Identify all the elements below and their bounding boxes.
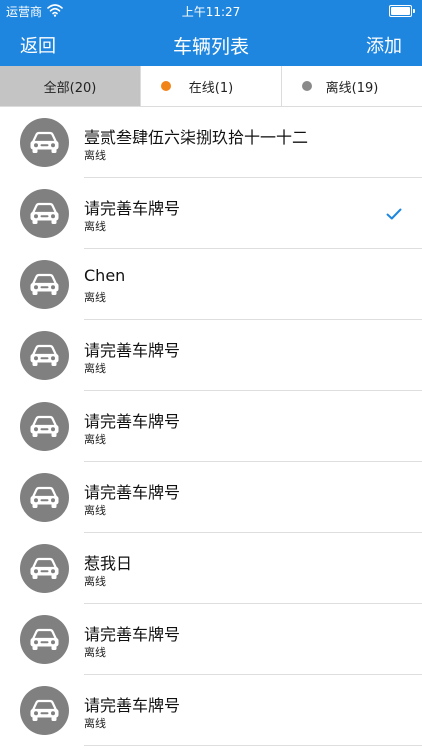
- vehicle-row[interactable]: 请完善车牌号 离线: [0, 604, 422, 675]
- row-divider: [84, 745, 422, 746]
- vehicle-status: 离线: [84, 220, 106, 233]
- vehicle-row[interactable]: Chen 离线: [0, 249, 422, 320]
- car-icon: [30, 344, 59, 366]
- vehicle-status: 离线: [84, 149, 106, 162]
- checkmark-icon: [386, 208, 402, 220]
- tab-online[interactable]: 在线(1): [140, 66, 281, 106]
- tab-all-label: 全部(20): [43, 80, 97, 96]
- vehicle-plate: 壹贰叁肆伍六柒捌玖拾十一十二: [84, 128, 309, 147]
- vehicle-plate: 请完善车牌号: [84, 341, 181, 360]
- vehicle-plate: 请完善车牌号: [84, 625, 181, 644]
- car-icon: [30, 628, 59, 650]
- vehicle-row[interactable]: 请完善车牌号 离线: [0, 675, 422, 746]
- online-dot-icon: [161, 81, 171, 91]
- vehicle-list: 壹贰叁肆伍六柒捌玖拾十一十二 离线 请完善车牌号 离线 Chen 离线 请完善车…: [0, 107, 422, 746]
- vehicle-status: 离线: [84, 291, 106, 304]
- page-title: 车辆列表: [172, 36, 249, 58]
- vehicle-plate: 请完善车牌号: [84, 199, 181, 218]
- vehicle-status: 离线: [84, 504, 106, 517]
- offline-dot-icon: [302, 81, 312, 91]
- car-icon: [30, 131, 59, 153]
- vehicle-status: 离线: [84, 433, 106, 446]
- vehicle-status: 离线: [84, 717, 106, 730]
- car-icon: [30, 273, 59, 295]
- filter-tabs: 全部(20) 在线(1) 离线(19): [0, 66, 422, 107]
- battery-icon: [389, 5, 416, 17]
- car-icon: [30, 486, 59, 508]
- vehicle-plate: 请完善车牌号: [84, 483, 181, 502]
- vehicle-row[interactable]: 请完善车牌号 离线: [0, 320, 422, 391]
- vehicle-avatar: [20, 473, 69, 522]
- header: 运营商 上午11:27 返回 车辆列表 添加: [0, 0, 422, 66]
- car-icon: [30, 699, 59, 721]
- car-icon: [30, 202, 59, 224]
- vehicle-avatar: [20, 402, 69, 451]
- status-bar: 运营商 上午11:27: [0, 0, 422, 22]
- vehicle-row[interactable]: 请完善车牌号 离线: [0, 391, 422, 462]
- vehicle-status: 离线: [84, 646, 106, 659]
- vehicle-avatar: [20, 118, 69, 167]
- vehicle-status: 离线: [84, 362, 106, 375]
- vehicle-row[interactable]: 请完善车牌号 离线: [0, 178, 422, 249]
- car-icon: [30, 415, 59, 437]
- car-icon: [30, 557, 59, 579]
- vehicle-status: 离线: [84, 575, 106, 588]
- vehicle-row[interactable]: 壹贰叁肆伍六柒捌玖拾十一十二 离线: [0, 107, 422, 178]
- navigation-bar: 返回 车辆列表 添加: [0, 22, 422, 66]
- vehicle-plate: 请完善车牌号: [84, 412, 181, 431]
- vehicle-avatar: [20, 686, 69, 735]
- vehicle-avatar: [20, 189, 69, 238]
- tab-online-label: 在线(1): [188, 80, 234, 96]
- vehicle-plate: 惹我日: [84, 554, 133, 573]
- vehicle-avatar: [20, 615, 69, 664]
- vehicle-avatar: [20, 544, 69, 593]
- vehicle-plate: Chen: [84, 266, 126, 285]
- vehicle-plate: 请完善车牌号: [84, 696, 181, 715]
- clock: 上午11:27: [181, 5, 241, 19]
- tab-offline[interactable]: 离线(19): [281, 66, 422, 106]
- vehicle-row[interactable]: 请完善车牌号 离线: [0, 462, 422, 533]
- back-button[interactable]: 返回: [20, 32, 56, 58]
- tab-all[interactable]: 全部(20): [0, 66, 140, 106]
- add-button[interactable]: 添加: [366, 32, 402, 58]
- vehicle-avatar: [20, 260, 69, 309]
- tab-offline-label: 离线(19): [325, 80, 379, 96]
- vehicle-avatar: [20, 331, 69, 380]
- vehicle-row[interactable]: 惹我日 离线: [0, 533, 422, 604]
